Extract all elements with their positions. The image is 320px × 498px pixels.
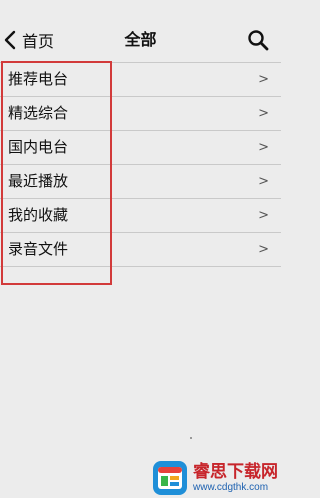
watermark-text: 睿思下载网 www.cdgthk.com — [193, 462, 278, 494]
list-item-domestic[interactable]: 国内电台 > — [0, 131, 281, 165]
list-item-label: 推荐电台 — [8, 70, 69, 88]
watermark-logo-icon — [153, 461, 187, 495]
search-icon[interactable] — [247, 29, 269, 51]
list-item-recommended[interactable]: 推荐电台 > — [0, 62, 281, 97]
page-title: 全部 — [124, 30, 157, 49]
screen: 首页 全部 推荐电台 > 精选综合 > 国内电台 > 最近播放 > 我的收藏 > — [0, 0, 281, 498]
list-item-label: 最近播放 — [8, 172, 69, 190]
chevron-right-icon: > — [258, 140, 269, 155]
list-item-favorites[interactable]: 我的收藏 > — [0, 199, 281, 233]
category-list: 推荐电台 > 精选综合 > 国内电台 > 最近播放 > 我的收藏 > 录音文件 … — [0, 62, 281, 267]
chevron-right-icon: > — [258, 174, 269, 189]
list-item-recent[interactable]: 最近播放 > — [0, 165, 281, 199]
specks — [190, 437, 192, 439]
list-item-label: 录音文件 — [8, 240, 69, 258]
chevron-right-icon: > — [258, 72, 269, 87]
list-item-label: 我的收藏 — [8, 206, 69, 224]
list-item-label: 国内电台 — [8, 138, 69, 156]
chevron-right-icon: > — [258, 106, 269, 121]
list-item-featured[interactable]: 精选综合 > — [0, 97, 281, 131]
top-bar: 首页 全部 — [0, 0, 281, 62]
list-item-recordings[interactable]: 录音文件 > — [0, 233, 281, 267]
chevron-right-icon: > — [258, 208, 269, 223]
watermark-url: www.cdgthk.com — [193, 482, 269, 493]
list-item-label: 精选综合 — [8, 104, 69, 122]
watermark-name: 睿思下载网 — [193, 462, 278, 482]
watermark: 睿思下载网 www.cdgthk.com — [150, 458, 281, 498]
chevron-right-icon: > — [258, 242, 269, 257]
